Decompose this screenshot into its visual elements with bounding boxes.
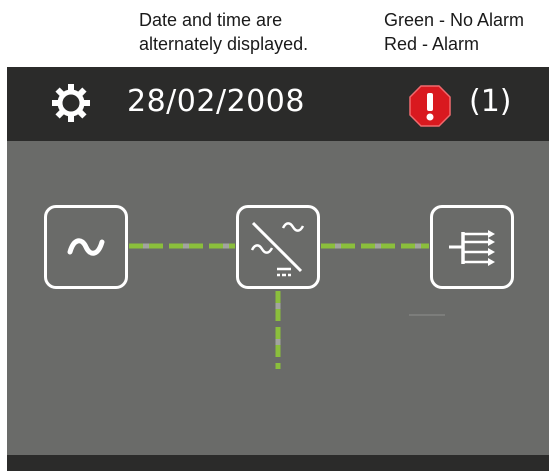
divider (409, 314, 445, 316)
link-converter-distribution (321, 243, 429, 249)
device-screen: 28/02/2008 (1) (7, 67, 549, 471)
link-source-converter (129, 243, 235, 249)
gear-icon[interactable] (51, 83, 91, 123)
load-distribution-node[interactable] (430, 205, 514, 289)
sine-wave-icon (67, 238, 105, 256)
alarm-octagon-icon[interactable] (408, 84, 452, 128)
link-converter-down (275, 291, 281, 369)
ac-source-node[interactable] (44, 205, 128, 289)
alarm-color-annotation: Green - No Alarm Red - Alarm (384, 8, 524, 56)
alarm-note-line2: Red - Alarm (384, 34, 480, 54)
alarm-note-line1: Green - No Alarm (384, 10, 525, 30)
date-time-annotation: Date and time are alternately displayed. (139, 8, 308, 56)
distribution-icon (449, 230, 495, 266)
alarm-count: (1) (469, 84, 512, 119)
date-note-line1: Date and time are (139, 10, 283, 30)
bottom-bar (7, 455, 549, 471)
date-note-line2: alternately displayed. (139, 34, 309, 54)
date-display: 28/02/2008 (127, 84, 305, 119)
converter-node[interactable] (236, 205, 320, 289)
converter-icon (250, 221, 305, 277)
status-bar: 28/02/2008 (1) (7, 67, 549, 141)
